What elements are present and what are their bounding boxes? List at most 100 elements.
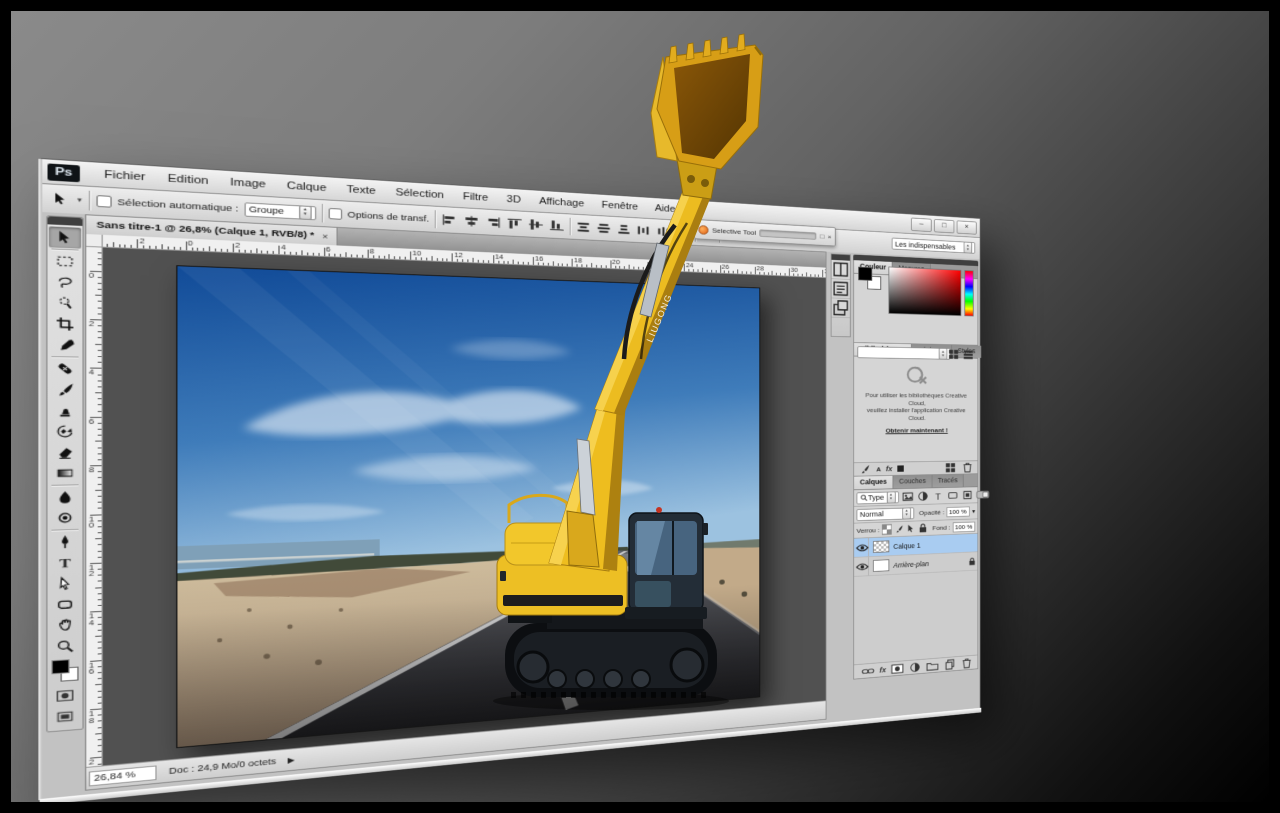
align-top-icon[interactable]: [506, 217, 522, 230]
distribute-vertical-icon[interactable]: [596, 222, 611, 235]
lock-all-icon[interactable]: [918, 523, 928, 534]
visibility-eye-icon[interactable]: [855, 561, 868, 573]
canvas-photo[interactable]: [176, 265, 760, 748]
delete-layer-icon[interactable]: [961, 657, 973, 669]
menu-aide[interactable]: Aide: [646, 198, 683, 220]
delete-icon[interactable]: [961, 462, 973, 473]
tab-traces[interactable]: Tracés: [932, 474, 964, 487]
color-field[interactable]: [888, 267, 961, 317]
quick-selection-tool[interactable]: [49, 292, 81, 314]
selective-tool-slider[interactable]: [760, 229, 817, 239]
panel-foreground-swatch[interactable]: [858, 267, 872, 281]
healing-brush-tool[interactable]: [49, 358, 81, 379]
selective-tool-close[interactable]: ×: [828, 233, 832, 240]
hand-tool[interactable]: [49, 614, 81, 637]
tab-calques[interactable]: Calques: [854, 476, 893, 490]
add-layer-style-icon[interactable]: fx: [886, 465, 892, 473]
grid-view-icon[interactable]: [947, 349, 959, 360]
crop-tool[interactable]: [49, 313, 81, 335]
close-button[interactable]: ×: [957, 220, 977, 234]
eraser-tool[interactable]: [49, 442, 81, 463]
filter-pixel-layers-icon[interactable]: [901, 491, 914, 502]
collapsed-panel-history-icon[interactable]: [832, 260, 850, 280]
lock-pixels-icon[interactable]: [894, 523, 904, 534]
menu-calque[interactable]: Calque: [276, 174, 336, 199]
distribute-right-icon[interactable]: [675, 226, 690, 239]
filter-toggle-icon[interactable]: [976, 489, 990, 500]
zoom-level-field[interactable]: 26,84 %: [89, 765, 157, 786]
align-bottom-icon[interactable]: [549, 219, 565, 232]
align-center-horizontal-icon[interactable]: [463, 214, 480, 227]
menu-texte[interactable]: Texte: [337, 178, 386, 202]
zoom-tool[interactable]: [49, 635, 81, 658]
blur-tool[interactable]: [49, 486, 81, 508]
opacity-field[interactable]: 100 %: [947, 506, 970, 517]
distribute-left-icon[interactable]: [636, 224, 651, 237]
filter-shape-layers-icon[interactable]: [946, 490, 958, 501]
blend-mode-dropdown[interactable]: Normal▴▾: [857, 507, 915, 521]
canvas-viewport[interactable]: [103, 248, 826, 767]
list-view-icon[interactable]: [962, 349, 974, 360]
type-tool[interactable]: T: [49, 552, 81, 574]
lock-position-icon[interactable]: [906, 523, 916, 534]
marquee-tool[interactable]: [49, 250, 81, 272]
align-left-icon[interactable]: [441, 213, 458, 226]
foreground-color-swatch[interactable]: [51, 659, 69, 674]
link-layers-icon[interactable]: [861, 665, 874, 677]
add-mask-icon[interactable]: [891, 662, 904, 674]
workspace-dropdown[interactable]: Les indispensables▴▾: [892, 238, 975, 254]
gradient-tool[interactable]: [49, 462, 81, 483]
selective-tool-minimize[interactable]: □: [820, 232, 824, 239]
menu-image[interactable]: Image: [219, 171, 276, 196]
transform-controls-checkbox[interactable]: [328, 208, 341, 220]
auto-select-dropdown[interactable]: Groupe▴▾: [244, 202, 316, 220]
add-brush-icon[interactable]: [858, 464, 871, 475]
auto-select-checkbox[interactable]: [96, 195, 111, 208]
status-options-arrow[interactable]: ▶: [288, 755, 295, 764]
layer-thumbnail[interactable]: [873, 540, 889, 553]
collapsed-panel-properties-icon[interactable]: [832, 279, 850, 299]
menu-edition[interactable]: Edition: [157, 167, 220, 193]
add-character-style-icon[interactable]: A: [876, 465, 881, 472]
brush-tool[interactable]: [49, 379, 81, 400]
distribute-center-icon[interactable]: [656, 225, 671, 238]
get-now-link[interactable]: Obtenir maintenant !: [886, 427, 948, 434]
history-brush-tool[interactable]: [49, 421, 81, 442]
new-group-icon[interactable]: [926, 660, 939, 672]
align-right-icon[interactable]: [485, 216, 501, 229]
align-center-vertical-icon[interactable]: [528, 218, 544, 231]
hue-slider[interactable]: [964, 270, 973, 316]
lasso-tool[interactable]: [49, 271, 81, 293]
layer-thumbnail[interactable]: [873, 559, 889, 572]
screen-mode-button[interactable]: [49, 705, 81, 728]
menu-filtre[interactable]: Filtre: [453, 186, 497, 209]
menu-affichage[interactable]: Affichage: [530, 191, 593, 215]
menu-s-lection[interactable]: Sélection: [386, 181, 454, 206]
filter-smart-objects-icon[interactable]: [961, 490, 973, 501]
toolbar-grip[interactable]: [48, 216, 83, 226]
filter-type-layers-icon[interactable]: T: [931, 490, 944, 501]
lock-transparency-icon[interactable]: [882, 524, 892, 535]
menu-fen-tre[interactable]: Fenêtre: [593, 195, 646, 218]
collapsed-panel-layer-comps-icon[interactable]: [832, 298, 850, 318]
eyedropper-tool[interactable]: [49, 334, 81, 355]
dodge-tool[interactable]: [49, 507, 81, 529]
restore-button[interactable]: □: [934, 219, 954, 233]
fill-field[interactable]: 100 %: [953, 521, 976, 532]
new-layer-icon[interactable]: [943, 658, 955, 670]
quick-mask-button[interactable]: [49, 684, 81, 707]
menu-3d[interactable]: 3D: [497, 189, 530, 211]
opacity-stepper[interactable]: ▾: [972, 507, 975, 514]
distribute-top-icon[interactable]: [575, 221, 591, 234]
minimize-button[interactable]: –: [911, 218, 932, 232]
layer-filter-dropdown[interactable]: Type▴▾: [857, 491, 899, 504]
sync-icon[interactable]: [944, 462, 956, 473]
filter-adjustment-layers-icon[interactable]: [916, 491, 929, 502]
move-tool[interactable]: [49, 226, 81, 248]
add-color-icon[interactable]: [897, 465, 903, 471]
path-selection-tool[interactable]: [49, 572, 81, 594]
visibility-eye-icon[interactable]: [855, 542, 868, 554]
layer-style-icon[interactable]: fx: [880, 665, 887, 673]
shape-tool[interactable]: [49, 593, 81, 615]
tab-close-icon[interactable]: ×: [322, 231, 328, 241]
